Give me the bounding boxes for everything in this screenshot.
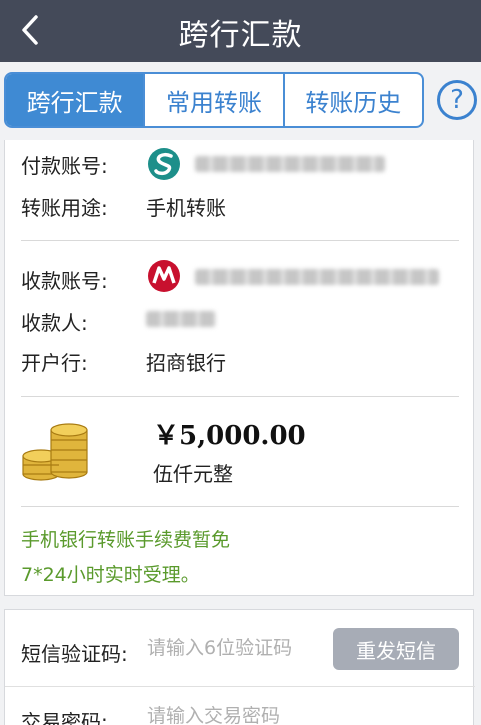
tab-cross-bank-transfer[interactable]: 跨行汇款: [6, 74, 144, 126]
help-icon[interactable]: ?: [437, 80, 477, 120]
payee-bank-label: 开户行:: [21, 351, 88, 375]
tab-transfer-history[interactable]: 转账历史: [282, 74, 422, 126]
transfer-details-card: 付款账号: 转账用途: 手机转账 收款账号: 收款人: 开户行: 招商银行 ￥5: [4, 140, 474, 596]
tab-frequent-transfer[interactable]: 常用转账: [143, 74, 282, 126]
trade-password-label: 交易密码:: [21, 710, 108, 725]
tab-bar: 跨行汇款 常用转账 转账历史 ?: [0, 62, 481, 140]
payer-account-label: 付款账号:: [21, 154, 108, 178]
top-bar: 跨行汇款: [0, 0, 481, 62]
payee-name-blurred: [146, 311, 216, 327]
gold-coins-icon: [22, 423, 88, 481]
transfer-amount: ￥5,000.00: [153, 421, 306, 451]
spdb-bank-logo-icon: [148, 148, 180, 180]
sms-code-label: 短信验证码:: [21, 642, 128, 666]
trade-password-input[interactable]: [147, 705, 327, 725]
divider: [5, 686, 475, 687]
verification-card: 短信验证码: 重发短信 交易密码:: [4, 609, 475, 725]
purpose-value: 手机转账: [146, 196, 226, 220]
resend-sms-button[interactable]: 重发短信: [333, 628, 459, 670]
sms-code-input[interactable]: [147, 637, 327, 659]
purpose-label: 转账用途:: [21, 196, 108, 220]
payee-bank-value: 招商银行: [146, 351, 226, 375]
payee-account-number-blurred: [195, 269, 439, 285]
cmb-bank-logo-icon: [148, 260, 180, 292]
tab-group: 跨行汇款 常用转账 转账历史: [4, 72, 424, 128]
transfer-amount-in-words: 伍仟元整: [153, 462, 233, 486]
payer-account-number-blurred: [195, 156, 385, 172]
divider: [21, 240, 459, 241]
payee-name-label: 收款人:: [21, 311, 88, 335]
service-hours-note: 7*24小时实时受理。: [21, 564, 200, 586]
divider: [21, 506, 459, 507]
divider: [21, 396, 459, 397]
fee-waiver-note: 手机银行转账手续费暂免: [21, 529, 231, 551]
payee-account-label: 收款账号:: [21, 269, 108, 293]
page-title: 跨行汇款: [178, 18, 303, 53]
